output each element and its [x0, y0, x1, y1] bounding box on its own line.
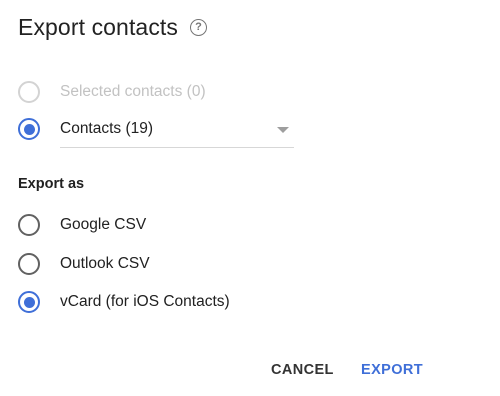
export-contacts-dialog: Export contacts ? Selected contacts (0) … [0, 0, 500, 396]
radio-button[interactable] [18, 118, 40, 140]
export-button[interactable]: EXPORT [361, 362, 423, 378]
radio-selected-contacts: Selected contacts (0) [18, 80, 206, 104]
radio-label: Selected contacts (0) [60, 83, 206, 100]
contacts-dropdown[interactable]: Contacts (19) [60, 120, 153, 138]
help-icon[interactable]: ? [190, 19, 208, 36]
title-row: Export contacts ? [18, 14, 208, 41]
radio-label: Outlook CSV [60, 255, 150, 272]
radio-label: vCard (for iOS Contacts) [60, 293, 230, 310]
radio-vcard[interactable]: vCard (for iOS Contacts) [18, 290, 230, 314]
radio-button [18, 81, 40, 103]
export-as-heading: Export as [18, 176, 85, 192]
radio-google-csv[interactable]: Google CSV [18, 213, 146, 237]
dialog-title: Export contacts [18, 14, 179, 40]
radio-contacts[interactable]: Contacts (19) [18, 117, 153, 141]
dropdown-underline [60, 147, 294, 148]
radio-button[interactable] [18, 214, 40, 236]
radio-outlook-csv[interactable]: Outlook CSV [18, 252, 150, 276]
radio-label: Google CSV [60, 216, 147, 233]
dropdown-arrow-icon[interactable] [277, 127, 289, 133]
cancel-button[interactable]: CANCEL [271, 362, 334, 378]
radio-button[interactable] [18, 253, 40, 275]
radio-button[interactable] [18, 291, 40, 313]
